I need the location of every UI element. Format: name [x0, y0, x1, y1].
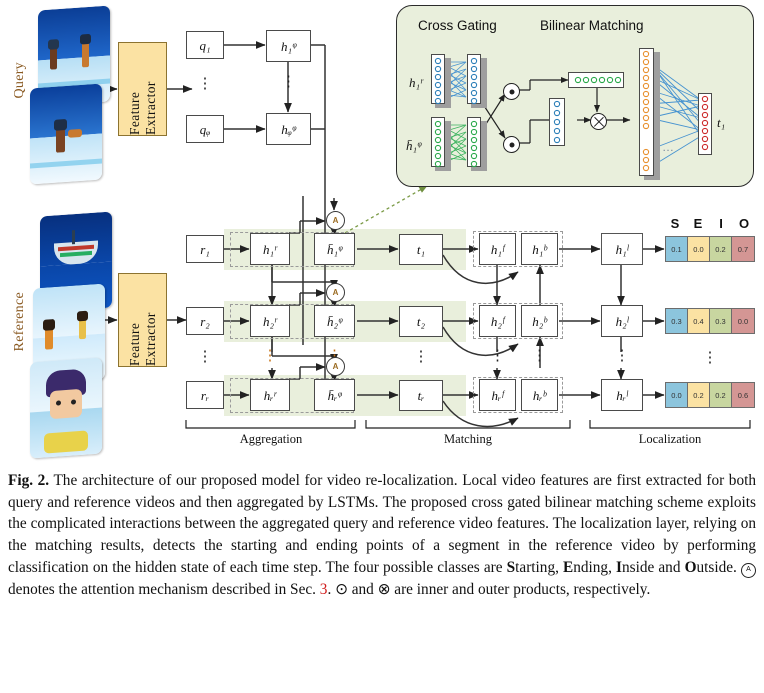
caption-class-e-rest: nding, [573, 558, 617, 576]
architecture-diagram: Query Reference Feature Extractor Featur… [0, 0, 764, 459]
caption-class-e: E [563, 558, 574, 576]
caption-class-o-rest: utside. [696, 558, 741, 576]
caption-figure-number: Fig. 2. [8, 472, 50, 489]
caption-class-i-rest: nside and [621, 558, 685, 576]
inset-nodes [434, 50, 709, 172]
caption-text-3: . ⊙ and ⊗ are inner and outer products, … [327, 580, 651, 598]
figure-caption: Fig. 2. The architecture of our proposed… [8, 470, 756, 600]
caption-class-s-rest: tarting, [515, 558, 564, 576]
caption-attention-icon: A [740, 562, 756, 578]
caption-text-2: denotes the attention mechanism describe… [8, 580, 320, 598]
figure-page: Query Reference Feature Extractor Featur… [0, 0, 764, 693]
caption-class-s: S [506, 558, 516, 576]
caption-class-o: O [684, 558, 697, 576]
